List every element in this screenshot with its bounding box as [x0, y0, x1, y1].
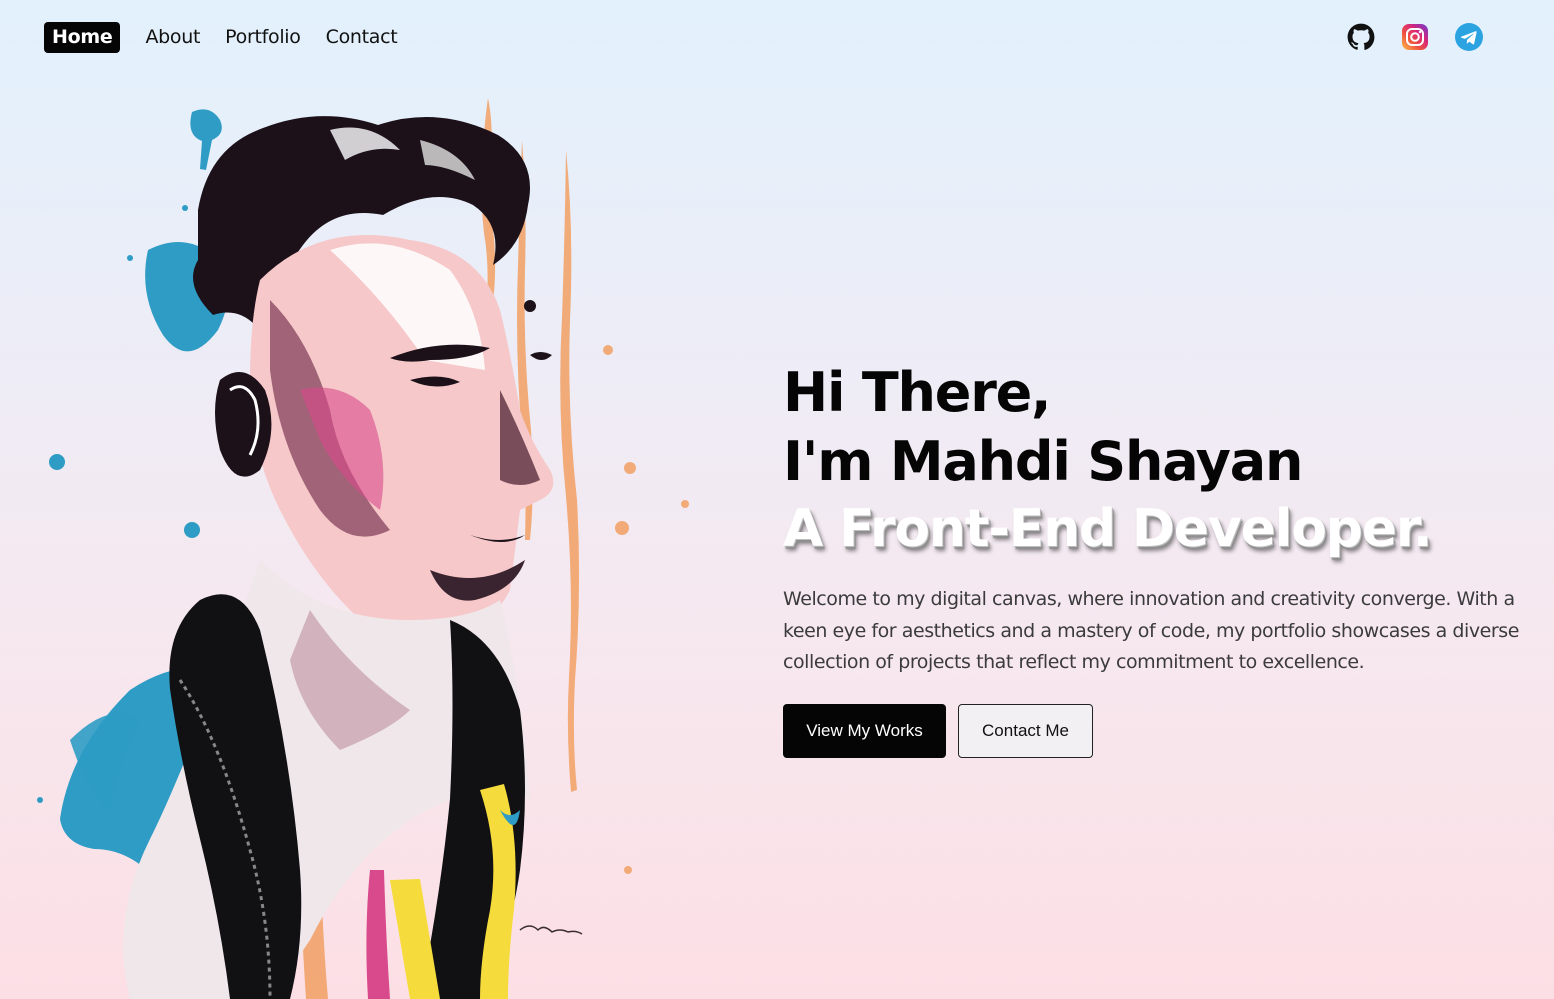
hero-actions: View My Works Contact Me	[783, 703, 1543, 758]
portrait-illustration	[30, 90, 700, 999]
view-works-button[interactable]: View My Works	[783, 703, 946, 758]
main-nav: Home About Portfolio Contact	[44, 20, 422, 54]
hero-section: Hi There, I'm Mahdi Shayan A Front-End D…	[783, 358, 1543, 758]
nav-home-link[interactable]: Home	[44, 21, 121, 53]
github-icon[interactable]	[1346, 22, 1376, 52]
nav-about-link[interactable]: About	[145, 26, 200, 48]
nav-portfolio-link[interactable]: Portfolio	[225, 26, 301, 48]
hero-intro: Welcome to my digital canvas, where inno…	[783, 588, 1519, 673]
hero-name: I'm Mahdi Shayan	[783, 430, 1303, 493]
instagram-icon[interactable]	[1400, 22, 1430, 52]
social-links	[1346, 22, 1508, 52]
hero-role: A Front-End Developer.	[783, 499, 1433, 559]
telegram-icon[interactable]	[1454, 22, 1484, 52]
nav-contact-link[interactable]: Contact	[326, 26, 398, 48]
hero-greeting: Hi There,	[783, 361, 1052, 424]
contact-me-button[interactable]: Contact Me	[958, 703, 1093, 758]
